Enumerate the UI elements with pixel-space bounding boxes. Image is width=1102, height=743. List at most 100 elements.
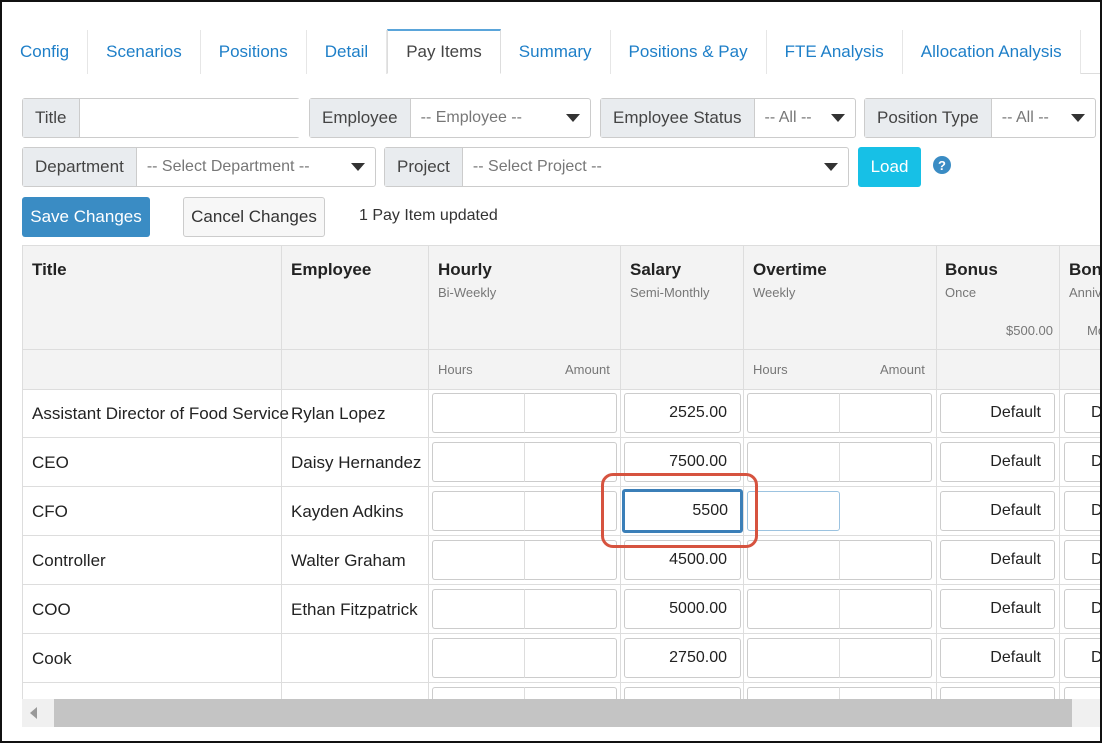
row-title: Assistant Director of Food Service [32, 404, 289, 423]
tab-detail[interactable]: Detail [306, 30, 388, 74]
col-hourly-header: Hourly [438, 260, 492, 279]
hourly-hours-input[interactable] [432, 638, 525, 678]
tab-config[interactable]: Config [2, 30, 89, 74]
col-overtime-header: Overtime [753, 260, 827, 279]
col-employee-header[interactable]: Employee [291, 260, 371, 280]
overtime-hours-input[interactable] [747, 638, 840, 678]
overtime-hours-input[interactable] [747, 491, 840, 531]
bonus2-select[interactable]: D [1064, 442, 1100, 482]
cancel-changes-button[interactable]: Cancel Changes [183, 197, 325, 237]
hourly-hours-input[interactable] [432, 491, 525, 531]
position-type-filter: Position Type -- All -- [864, 98, 1096, 138]
hourly-hours-input[interactable] [432, 393, 525, 433]
bonus2-select[interactable]: D [1064, 540, 1100, 580]
hourly-amount-input[interactable] [525, 589, 617, 629]
overtime-hours-input[interactable] [747, 540, 840, 580]
overtime-amount-input[interactable] [840, 393, 932, 433]
load-button[interactable]: Load [858, 147, 921, 187]
tab-fte-analysis[interactable]: FTE Analysis [766, 30, 903, 74]
hourly-hours-input[interactable] [432, 589, 525, 629]
position-type-label: Position Type [865, 99, 992, 137]
overtime-hours-input[interactable] [747, 589, 840, 629]
salary-input[interactable]: 5000.00 [624, 589, 741, 629]
employee-status-filter: Employee Status -- All -- [600, 98, 856, 138]
department-filter: Department -- Select Department -- [22, 147, 376, 187]
overtime-amount-input[interactable] [840, 638, 932, 678]
employee-filter: Employee -- Employee -- [309, 98, 591, 138]
bonus2-select[interactable]: D [1064, 638, 1100, 678]
project-filter: Project -- Select Project -- [384, 147, 849, 187]
col-bonus-default-amount: $500.00 [1006, 323, 1053, 338]
employee-select[interactable]: -- Employee -- [411, 99, 590, 137]
overtime-amount-input[interactable] [840, 442, 932, 482]
project-select[interactable]: -- Select Project -- [463, 148, 848, 186]
col-bonus2-frequency: Anniv [1069, 285, 1102, 300]
hourly-hours-input[interactable] [432, 442, 525, 482]
bonus-select[interactable]: Default [940, 393, 1055, 433]
title-filter-label: Title [23, 99, 80, 137]
bonus2-select[interactable]: D [1064, 393, 1100, 433]
status-message: 1 Pay Item updated [359, 207, 498, 224]
hourly-amount-label: Amount [565, 362, 610, 377]
bonus-select[interactable]: Default [940, 491, 1055, 531]
project-label: Project [385, 148, 463, 186]
bonus-select[interactable]: Default [940, 540, 1055, 580]
hourly-hours-input[interactable] [432, 540, 525, 580]
employee-status-label: Employee Status [601, 99, 755, 137]
employee-status-value: -- All -- [764, 109, 812, 126]
overtime-amount-label: Amount [880, 362, 925, 377]
col-title-header[interactable]: Title [32, 260, 67, 280]
save-changes-button[interactable]: Save Changes [22, 197, 150, 237]
tab-positions-pay[interactable]: Positions & Pay [610, 30, 767, 74]
col-bonus-frequency: Once [945, 285, 977, 300]
tab-summary[interactable]: Summary [500, 30, 611, 74]
col-bonus-header: Bonus [945, 260, 998, 279]
tab-positions[interactable]: Positions [200, 30, 307, 74]
hourly-amount-input[interactable] [525, 638, 617, 678]
title-input[interactable] [79, 99, 303, 137]
row-employee: Ethan Fitzpatrick [291, 600, 418, 619]
overtime-amount-input[interactable] [840, 540, 932, 580]
overtime-hours-input[interactable] [747, 393, 840, 433]
bonus2-select[interactable]: D [1064, 491, 1100, 531]
department-select[interactable]: -- Select Department -- [137, 148, 375, 186]
overtime-amount-input[interactable] [840, 589, 932, 629]
chevron-down-icon [566, 114, 580, 122]
pay-items-grid: Title Employee Hourly Bi-Weekly Salary S… [22, 245, 1102, 700]
col-overtime-frequency: Weekly [753, 285, 796, 300]
salary-input[interactable]: 2750.00 [624, 638, 741, 678]
tab-allocation-analysis[interactable]: Allocation Analysis [902, 30, 1081, 74]
overtime-hours-input[interactable] [747, 442, 840, 482]
row-title: Cook [32, 649, 72, 668]
bonus-select[interactable]: Default [940, 589, 1055, 629]
chevron-down-icon [831, 114, 845, 122]
chevron-down-icon [824, 163, 838, 171]
department-label: Department [23, 148, 137, 186]
salary-input[interactable]: 2525.00 [624, 393, 741, 433]
position-type-select[interactable]: -- All -- [992, 99, 1095, 137]
row-employee: Daisy Hernandez [291, 453, 422, 472]
tab-bar: Config Scenarios Positions Detail Pay It… [2, 29, 1100, 74]
row-employee: Kayden Adkins [291, 502, 404, 521]
title-filter: Title [22, 98, 303, 138]
bonus-select[interactable]: Default [940, 442, 1055, 482]
col-bonus2-header: Bonu [1069, 260, 1102, 279]
hourly-amount-input[interactable] [525, 540, 617, 580]
hourly-hours-label: Hours [438, 362, 473, 377]
bonus-select[interactable]: Default [940, 638, 1055, 678]
employee-select-value: -- Employee -- [420, 109, 522, 126]
tab-pay-items[interactable]: Pay Items [387, 29, 501, 74]
col-salary-header: Salary [630, 260, 682, 279]
scroll-left-icon[interactable] [30, 707, 37, 719]
tab-scenarios[interactable]: Scenarios [88, 30, 201, 74]
help-icon[interactable]: ? [933, 156, 951, 174]
hourly-amount-input[interactable] [525, 393, 617, 433]
scrollbar-thumb[interactable] [54, 699, 1072, 727]
employee-status-select[interactable]: -- All -- [755, 99, 855, 137]
position-type-value: -- All -- [1001, 109, 1049, 126]
horizontal-scrollbar[interactable] [22, 699, 1100, 727]
col-salary-frequency: Semi-Monthly [630, 285, 710, 300]
overtime-amount-input[interactable] [840, 491, 932, 531]
chevron-down-icon [351, 163, 365, 171]
bonus2-select[interactable]: D [1064, 589, 1100, 629]
